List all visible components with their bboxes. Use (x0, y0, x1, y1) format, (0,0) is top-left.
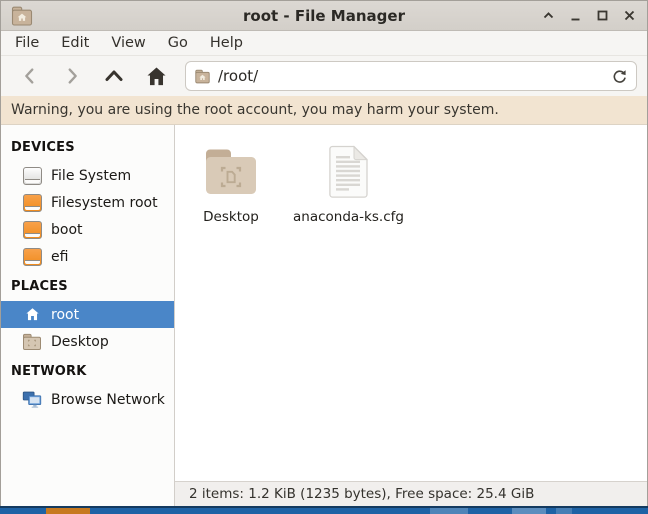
sidebar: DEVICES File System Filesystem root boot… (1, 125, 175, 506)
file-view[interactable]: Desktop (175, 125, 647, 481)
drive-harddisk-orange-icon (22, 220, 42, 240)
sidebar-item-label: root (51, 307, 79, 323)
taskbar-strip[interactable] (0, 506, 648, 514)
sidebar-item-browse-network[interactable]: Browse Network (1, 386, 174, 413)
sidebar-item-boot[interactable]: boot (1, 216, 174, 243)
statusbar: 2 items: 1.2 KiB (1235 bytes), Free spac… (175, 481, 647, 506)
up-button[interactable] (95, 60, 133, 92)
minimize-icon[interactable] (565, 6, 585, 26)
menu-file[interactable]: File (4, 32, 50, 54)
sidebar-item-efi[interactable]: efi (1, 243, 174, 270)
sidebar-header-devices: DEVICES (1, 131, 174, 162)
file-tile-anaconda-ks[interactable]: anaconda-ks.cfg (285, 139, 412, 227)
close-icon[interactable] (619, 6, 639, 26)
drive-harddisk-icon (22, 166, 42, 186)
forward-button[interactable] (53, 60, 91, 92)
folder-icon (22, 332, 42, 352)
menubar: File Edit View Go Help (1, 31, 647, 56)
toolbar: /root/ (1, 56, 647, 96)
titlebar[interactable]: root - File Manager (1, 1, 647, 31)
text-file-icon (326, 141, 371, 203)
shade-icon[interactable] (538, 6, 558, 26)
sidebar-item-filesystem-root[interactable]: Filesystem root (1, 189, 174, 216)
home-button[interactable] (137, 60, 175, 92)
sidebar-item-label: boot (51, 222, 83, 238)
sidebar-item-file-system[interactable]: File System (1, 162, 174, 189)
file-manager-window: root - File Manager File Edit View (0, 0, 648, 506)
sidebar-item-label: Browse Network (51, 392, 165, 408)
warning-text: Warning, you are using the root account,… (11, 102, 499, 118)
sidebar-item-root[interactable]: root (1, 301, 174, 328)
drive-harddisk-orange-icon (22, 193, 42, 213)
content-area: DEVICES File System Filesystem root boot… (1, 125, 647, 506)
root-warning-banner: Warning, you are using the root account,… (1, 96, 647, 125)
menu-view[interactable]: View (100, 32, 156, 54)
folder-home-icon (9, 3, 35, 29)
taskbar-window-segment[interactable] (556, 508, 572, 514)
statusbar-text: 2 items: 1.2 KiB (1235 bytes), Free spac… (189, 486, 534, 502)
sidebar-item-label: File System (51, 168, 131, 184)
sidebar-item-desktop[interactable]: Desktop (1, 328, 174, 355)
location-bar[interactable]: /root/ (185, 61, 637, 91)
file-name-label: anaconda-ks.cfg (293, 209, 404, 225)
sidebar-item-label: Filesystem root (51, 195, 158, 211)
file-tile-desktop[interactable]: Desktop (193, 139, 269, 227)
taskbar-window-segment[interactable] (430, 508, 468, 514)
taskbar-active-segment[interactable] (46, 508, 90, 514)
back-button[interactable] (11, 60, 49, 92)
menu-help[interactable]: Help (199, 32, 254, 54)
menu-edit[interactable]: Edit (50, 32, 100, 54)
desktop-screen: root - File Manager File Edit View (0, 0, 648, 514)
path-input[interactable]: /root/ (218, 67, 604, 85)
home-icon (22, 305, 42, 325)
drive-harddisk-orange-icon (22, 247, 42, 267)
file-view-pane: Desktop (175, 125, 647, 506)
sidebar-item-label: Desktop (51, 334, 109, 350)
sidebar-header-network: NETWORK (1, 355, 174, 386)
window-controls (538, 6, 639, 26)
menu-go[interactable]: Go (157, 32, 199, 54)
maximize-icon[interactable] (592, 6, 612, 26)
reload-icon[interactable] (611, 68, 628, 85)
folder-desktop-icon (201, 141, 261, 203)
sidebar-header-places: PLACES (1, 270, 174, 301)
taskbar-window-segment[interactable] (512, 508, 546, 514)
folder-home-icon (194, 68, 211, 85)
file-name-label: Desktop (203, 209, 259, 225)
sidebar-item-label: efi (51, 249, 68, 265)
network-workgroup-icon (22, 390, 42, 410)
